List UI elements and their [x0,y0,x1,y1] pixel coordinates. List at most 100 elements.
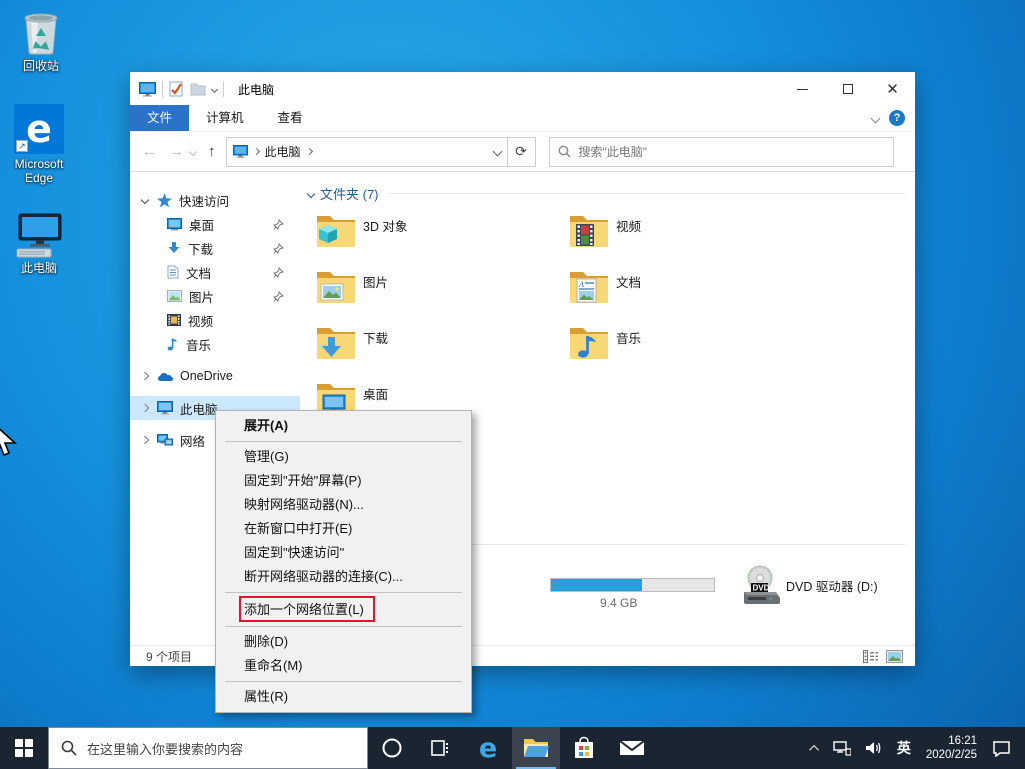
taskbar-file-explorer-button[interactable] [512,727,560,769]
search-placeholder: 搜索"此电脑" [579,143,648,160]
chevron-down-icon[interactable] [141,196,149,204]
menu-item-manage[interactable]: 管理(G) [216,445,471,469]
address-dropdown-icon[interactable] [492,147,502,157]
sidebar-item-documents[interactable]: 文档 [130,260,300,284]
thumbnail-view-icon[interactable] [886,650,903,663]
address-bar[interactable]: 此电脑 [226,137,508,167]
group-collapse-icon[interactable] [307,189,315,197]
folder-tile-documents[interactable]: A 文档 [568,266,798,312]
sidebar-item-onedrive[interactable]: OneDrive [130,364,300,388]
dvd-drive-label: DVD 驱动器 (D:) [786,576,878,595]
folder-label: 文档 [616,272,641,291]
menu-item-properties[interactable]: 属性(R) [216,685,471,709]
sidebar-item-quick-access[interactable]: 快速访问 [130,188,300,212]
dvd-drive-tile[interactable]: DVD DVD 驱动器 (D:) [738,564,998,614]
pin-icon [273,267,284,278]
desktop-icon-edge[interactable]: e ↗ Microsoft Edge [0,104,78,185]
details-view-icon[interactable] [863,650,878,663]
breadcrumb-chevron-icon[interactable] [305,148,312,155]
desktop-icon-recycle-bin[interactable]: 回收站 [2,8,80,73]
sidebar-item-label: 快速访问 [179,191,229,210]
shortcut-arrow-icon: ↗ [16,140,28,152]
menu-item-disconnect-network-drive[interactable]: 断开网络驱动器的连接(C)... [216,565,471,589]
breadcrumb[interactable]: 此电脑 [265,143,301,160]
tab-computer[interactable]: 计算机 [189,105,261,131]
ribbon-collapse-icon[interactable] [871,113,881,123]
folder-tile-downloads[interactable]: 下载 [315,322,545,368]
breadcrumb-chevron-icon[interactable] [252,148,259,155]
desktop-icon-this-pc[interactable]: 此电脑 [0,212,78,275]
refresh-button[interactable]: ⟳ [508,137,536,167]
folder-label: 3D 对象 [363,216,407,235]
sidebar-item-label: 图片 [189,287,214,306]
edge-icon: e [479,733,497,764]
tray-volume-icon[interactable] [858,727,890,769]
folder-label: 桌面 [363,384,388,403]
menu-item-rename[interactable]: 重命名(M) [216,654,471,678]
pictures-icon [167,290,182,302]
folder-label: 视频 [616,216,641,235]
action-center-icon[interactable] [985,727,1025,769]
chevron-right-icon[interactable] [141,404,149,412]
menu-item-pin-to-start[interactable]: 固定到"开始"屏幕(P) [216,469,471,493]
taskbar-edge-button[interactable]: e [464,727,512,769]
quick-access-icon [157,193,172,208]
pin-icon [273,291,284,302]
menu-item-open-in-new-window[interactable]: 在新窗口中打开(E) [216,517,471,541]
tray-network-icon[interactable] [826,727,858,769]
tab-view[interactable]: 查看 [261,105,320,131]
taskbar-search-box[interactable]: 在这里输入你要搜索的内容 [48,727,368,769]
menu-item-map-network-drive[interactable]: 映射网络驱动器(N)... [216,493,471,517]
this-pc-small-icon [157,401,173,415]
file-explorer-icon [523,737,549,759]
folder-label: 音乐 [616,328,641,347]
search-box[interactable]: 搜索"此电脑" [549,137,894,167]
maximize-button[interactable] [825,72,870,106]
tray-clock[interactable]: 16:21 2020/2/25 [918,734,985,762]
back-button[interactable]: ← [142,143,157,160]
sidebar-item-music[interactable]: 音乐 [130,332,300,356]
taskbar-task-view-button[interactable] [416,727,464,769]
desktop-icon-label: 回收站 [2,59,80,73]
windows-logo-icon [15,739,33,757]
folder-tile-pictures[interactable]: 图片 [315,266,545,312]
tab-file[interactable]: 文件 [130,105,189,131]
folder-icon [568,212,610,248]
help-icon[interactable]: ? [889,110,905,126]
ribbon-tabs: 文件 计算机 查看 [130,106,915,132]
sidebar-item-downloads[interactable]: 下载 [130,236,300,260]
qat-dropdown-icon[interactable] [211,85,218,92]
tray-chevron-up-icon[interactable] [805,727,826,769]
forward-button[interactable]: → [169,143,184,160]
folder-tile-music[interactable]: 音乐 [568,322,798,368]
desktop-icon-label: Microsoft Edge [0,157,78,185]
start-button[interactable] [0,727,48,769]
close-button[interactable]: ✕ [870,72,915,106]
taskbar-mail-button[interactable] [608,727,656,769]
sidebar-item-desktop[interactable]: 桌面 [130,212,300,236]
taskbar-cortana-button[interactable] [368,727,416,769]
menu-item-pin-to-quick-access[interactable]: 固定到"快速访问" [216,541,471,565]
menu-item-add-network-location[interactable]: 添加一个网络位置(L) [216,596,471,623]
sidebar-item-videos[interactable]: 视频 [130,308,300,332]
folders-group-header[interactable]: 文件夹 (7) [308,184,905,203]
chevron-right-icon[interactable] [141,372,149,380]
folder-tile-3d-objects[interactable]: 3D 对象 [315,210,545,256]
pin-icon [273,243,284,254]
computer-icon [139,82,156,97]
properties-icon[interactable] [169,81,184,97]
minimize-button[interactable] [780,72,825,106]
taskbar-store-button[interactable] [560,727,608,769]
chevron-right-icon[interactable] [141,436,149,444]
tray-ime-indicator[interactable]: 英 [890,727,918,769]
new-folder-icon[interactable] [190,82,206,96]
menu-item-delete[interactable]: 删除(D) [216,630,471,654]
history-dropdown-icon[interactable] [189,147,197,155]
mail-icon [619,738,645,758]
folder-tile-videos[interactable]: 视频 [568,210,798,256]
folders-group-label: 文件夹 (7) [320,184,379,203]
sidebar-item-pictures[interactable]: 图片 [130,284,300,308]
menu-item-expand[interactable]: 展开(A) [216,414,471,438]
videos-icon [167,314,181,326]
up-button[interactable]: ↑ [208,143,216,160]
